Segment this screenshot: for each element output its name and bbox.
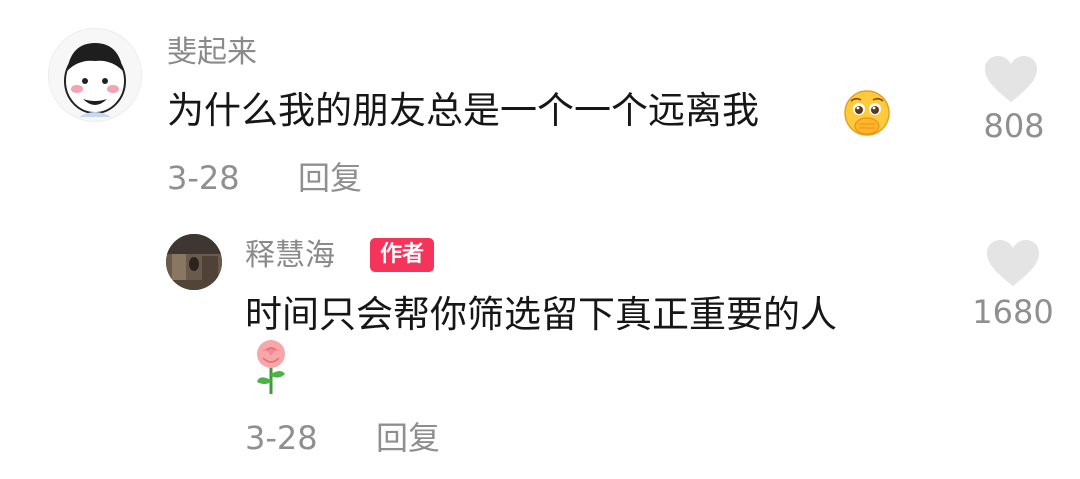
- reply-to-reply-button[interactable]: 回复: [376, 418, 440, 458]
- commenter-avatar[interactable]: [48, 28, 142, 122]
- author-badge: 作者: [370, 238, 435, 272]
- photo-avatar-icon: [166, 234, 222, 290]
- like-count: 808: [983, 107, 1045, 145]
- pleading-face-emoji-icon: [840, 88, 894, 138]
- author-avatar[interactable]: [166, 234, 222, 290]
- cartoon-face-avatar-icon: [49, 29, 141, 121]
- rose-emoji-icon: [249, 338, 293, 396]
- comment-date: 3-28: [167, 159, 240, 197]
- like-heart-icon[interactable]: [983, 54, 1039, 106]
- reply-like-count: 1680: [972, 293, 1054, 331]
- comment-text: 为什么我的朋友总是一个一个远离我: [167, 89, 759, 132]
- reply-date: 3-28: [245, 419, 318, 457]
- reply-text: 时间只会帮你筛选留下真正重要的人: [245, 293, 837, 336]
- commenter-name[interactable]: 斐起来: [167, 33, 257, 73]
- like-heart-icon[interactable]: [985, 238, 1041, 290]
- reply-button[interactable]: 回复: [298, 158, 362, 198]
- author-name[interactable]: 释慧海: [245, 236, 335, 276]
